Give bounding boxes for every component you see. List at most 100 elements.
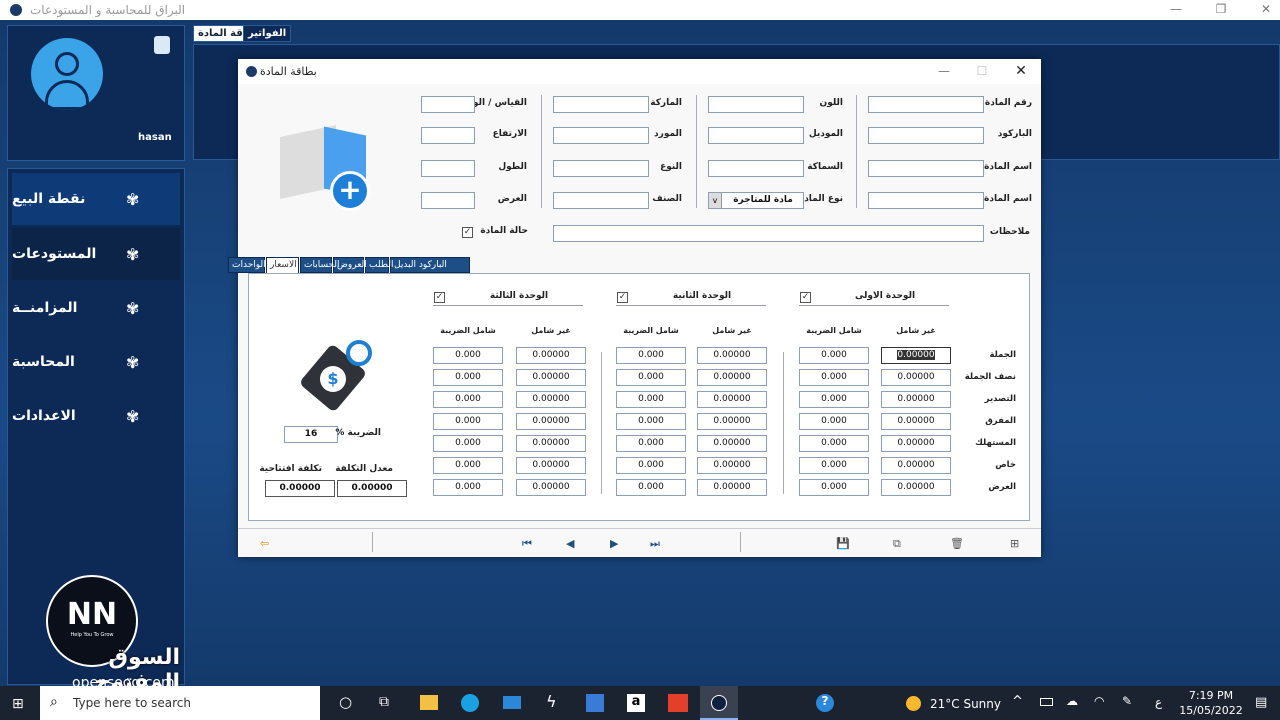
- language-indicator[interactable]: ع: [1155, 695, 1162, 709]
- price-incl-input[interactable]: 0.000: [433, 479, 503, 496]
- price-incl-input[interactable]: 0.000: [433, 457, 503, 474]
- price-excl-input[interactable]: 0.00000: [516, 391, 586, 408]
- field-input[interactable]: [868, 160, 984, 177]
- price-excl-input[interactable]: 0.00000: [881, 391, 951, 408]
- price-excl-input[interactable]: 0.00000: [881, 413, 951, 430]
- field-input[interactable]: [553, 192, 649, 209]
- price-excl-input[interactable]: 0.00000: [881, 347, 951, 364]
- minimize-button[interactable]: —: [1166, 2, 1186, 16]
- notifications-icon[interactable]: ▤: [1255, 695, 1267, 710]
- field-input[interactable]: [868, 96, 984, 113]
- field-input[interactable]: [553, 160, 649, 177]
- field-input[interactable]: [708, 96, 804, 113]
- mail-icon[interactable]: [503, 696, 521, 709]
- price-incl-input[interactable]: 0.000: [799, 435, 869, 452]
- tab-invoices[interactable]: الفواتير: [243, 25, 292, 42]
- unit-checkbox[interactable]: ✓: [800, 292, 811, 303]
- add-product-image-icon[interactable]: +: [272, 113, 372, 213]
- exit-button[interactable]: ⇦: [260, 537, 269, 550]
- weather-text[interactable]: 21°C Sunny: [930, 697, 1001, 711]
- sidebar-item-settings[interactable]: ✾ الاعدادات: [12, 390, 180, 442]
- windows-start-icon[interactable]: ⊞: [12, 696, 24, 712]
- maximize-button[interactable]: ❐: [1211, 2, 1231, 16]
- price-excl-input[interactable]: 0.00000: [697, 391, 767, 408]
- notes-input[interactable]: [553, 225, 984, 242]
- unit-checkbox[interactable]: ✓: [434, 292, 445, 303]
- pen-icon[interactable]: ✎: [1122, 694, 1132, 708]
- price-excl-input[interactable]: 0.00000: [881, 435, 951, 452]
- next-record-button[interactable]: ▶: [610, 537, 618, 550]
- sidebar-item-sync[interactable]: ✾ المزامنــة: [12, 282, 180, 334]
- price-incl-input[interactable]: 0.000: [616, 369, 686, 386]
- item-type-select[interactable]: مادة للمتاجرة: [708, 192, 804, 209]
- field-input[interactable]: [868, 127, 984, 144]
- price-excl-input[interactable]: 0.00000: [697, 413, 767, 430]
- cortana-icon[interactable]: ○: [339, 693, 352, 711]
- clock-time[interactable]: 7:19 PM: [1186, 689, 1236, 702]
- amazon-icon[interactable]: a: [627, 694, 645, 712]
- price-incl-input[interactable]: 0.000: [433, 413, 503, 430]
- prev-record-button[interactable]: ◀: [566, 537, 574, 550]
- price-incl-input[interactable]: 0.000: [433, 369, 503, 386]
- field-input[interactable]: [421, 127, 475, 144]
- dialog-minimize-button[interactable]: —: [934, 64, 954, 78]
- price-excl-input[interactable]: 0.00000: [697, 369, 767, 386]
- price-incl-input[interactable]: 0.000: [616, 479, 686, 496]
- close-button[interactable]: ✕: [1256, 2, 1276, 16]
- tab-3[interactable]: الحسابات: [300, 257, 340, 273]
- app-bolt-icon[interactable]: ϟ: [546, 692, 557, 711]
- wifi-icon[interactable]: ◠: [1094, 694, 1104, 708]
- price-excl-input[interactable]: 0.00000: [516, 369, 586, 386]
- tab-0[interactable]: الباركود البديل: [390, 257, 470, 273]
- price-incl-input[interactable]: 0.000: [799, 391, 869, 408]
- price-incl-input[interactable]: 0.000: [616, 347, 686, 364]
- price-excl-input[interactable]: 0.00000: [881, 369, 951, 386]
- chevron-down-icon[interactable]: v: [709, 193, 722, 208]
- sidebar-item-warehouses[interactable]: ✾ المستودعات: [12, 228, 180, 280]
- task-view-icon[interactable]: ⧉: [379, 694, 389, 710]
- price-incl-input[interactable]: 0.000: [433, 391, 503, 408]
- price-incl-input[interactable]: 0.000: [616, 435, 686, 452]
- sidebar-item-accounting[interactable]: ✾ المحاسبة: [12, 336, 180, 388]
- price-incl-input[interactable]: 0.000: [616, 413, 686, 430]
- taskbar-app-albaraq[interactable]: [700, 686, 738, 720]
- save-button[interactable]: 💾: [836, 537, 850, 550]
- tab-1[interactable]: الطلب: [365, 257, 393, 273]
- price-excl-input[interactable]: 0.00000: [516, 413, 586, 430]
- field-input[interactable]: [868, 192, 984, 209]
- price-incl-input[interactable]: 0.000: [616, 457, 686, 474]
- first-record-button[interactable]: ⏮: [522, 537, 532, 551]
- store-icon[interactable]: [586, 694, 604, 712]
- clock-date[interactable]: 15/05/2022: [1178, 704, 1244, 717]
- field-input[interactable]: [708, 160, 804, 177]
- avg-cost-input[interactable]: 0.00000: [337, 480, 407, 497]
- field-input[interactable]: [421, 96, 475, 113]
- price-excl-input[interactable]: 0.00000: [516, 347, 586, 364]
- field-input[interactable]: [553, 127, 649, 144]
- field-input[interactable]: [421, 160, 475, 177]
- copy-button[interactable]: ⧉: [893, 537, 901, 551]
- battery-icon[interactable]: [1040, 698, 1053, 706]
- price-excl-input[interactable]: 0.00000: [516, 457, 586, 474]
- price-excl-input[interactable]: 0.00000: [516, 479, 586, 496]
- chevron-up-icon[interactable]: ^: [1012, 694, 1023, 709]
- price-incl-input[interactable]: 0.000: [799, 347, 869, 364]
- delete-button[interactable]: 🗑: [950, 537, 964, 550]
- price-excl-input[interactable]: 0.00000: [881, 479, 951, 496]
- field-input[interactable]: [553, 96, 649, 113]
- price-incl-input[interactable]: 0.000: [799, 479, 869, 496]
- field-input[interactable]: [421, 192, 475, 209]
- search-box[interactable]: ⌕ Type here to search: [40, 686, 320, 720]
- settings-puzzle-icon[interactable]: [154, 36, 170, 54]
- status-checkbox[interactable]: ✓: [462, 227, 473, 238]
- price-incl-input[interactable]: 0.000: [799, 369, 869, 386]
- help-icon[interactable]: ?: [816, 694, 834, 712]
- price-incl-input[interactable]: 0.000: [433, 347, 503, 364]
- price-incl-input[interactable]: 0.000: [433, 435, 503, 452]
- avatar[interactable]: [31, 38, 103, 110]
- last-record-button[interactable]: ⏭: [650, 537, 660, 551]
- file-explorer-icon[interactable]: [420, 695, 438, 710]
- tab-4[interactable]: الاسعار: [266, 257, 299, 274]
- price-incl-input[interactable]: 0.000: [616, 391, 686, 408]
- anydesk-icon[interactable]: [668, 694, 688, 712]
